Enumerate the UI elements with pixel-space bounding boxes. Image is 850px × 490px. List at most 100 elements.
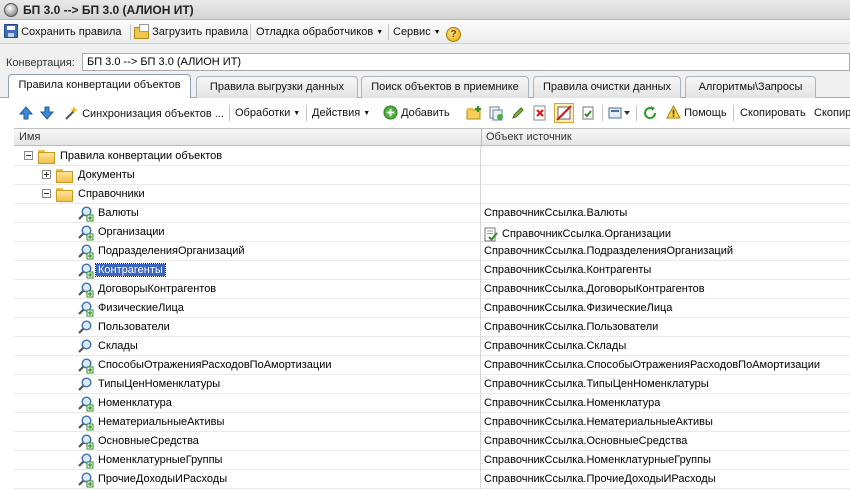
source-cell[interactable]: СправочникСсылка.ПодразделенияОрганизаци… (484, 245, 733, 257)
name-cell[interactable]: ПодразделенияОрганизаций (14, 242, 481, 261)
help-toolbar-button[interactable]: Помощь (666, 104, 727, 121)
source-object: СправочникСсылка.ФизическиеЛица (484, 302, 673, 314)
delete-icon[interactable] (532, 105, 548, 121)
name-cell[interactable]: НоменклатурныеГруппы (14, 451, 481, 470)
load-rules-button[interactable]: Загрузить правила (134, 24, 248, 40)
dropdown-arrow-icon: ▼ (433, 29, 441, 36)
name-cell[interactable]: Валюты (14, 204, 481, 223)
name-cell[interactable]: НематериальныеАктивы (14, 413, 481, 432)
name-cell[interactable]: ФизическиеЛица (14, 299, 481, 318)
name-cell[interactable]: Контрагенты (14, 261, 481, 280)
add-button[interactable]: Добавить (383, 105, 450, 121)
column-header-source[interactable]: Объект источник (486, 131, 572, 143)
name-cell[interactable]: Документы (14, 166, 481, 185)
tab-data-export-rules[interactable]: Правила выгрузки данных (196, 76, 358, 98)
source-cell[interactable]: СправочникСсылка.СпособыОтраженияРасходо… (484, 359, 820, 371)
source-cell[interactable]: СправочникСсылка.ДоговорыКонтрагентов (484, 283, 705, 295)
tab-algorithms-queries[interactable]: Алгоритмы\Запросы (685, 76, 816, 98)
table-row[interactable]: Документы (14, 166, 850, 185)
source-object: СправочникСсылка.Валюты (484, 207, 628, 219)
table-row[interactable]: ДоговорыКонтрагентов СправочникСсылка.Дог… (14, 280, 850, 299)
save-rules-button[interactable]: Сохранить правила (4, 24, 122, 40)
help-button[interactable]: ? (446, 23, 461, 42)
separator (250, 24, 251, 40)
table-row[interactable]: Валюты СправочникСсылка.Валюты (14, 204, 850, 223)
view-options-icon[interactable] (608, 105, 632, 121)
column-header-name[interactable]: Имя (19, 131, 40, 143)
source-cell[interactable]: СправочникСсылка.НематериальныеАктивы (484, 416, 713, 428)
actions-menu[interactable]: Действия ▼ (312, 105, 370, 121)
conversion-field[interactable]: БП 3.0 --> БП 3.0 (АЛИОН ИТ) (82, 53, 850, 71)
debug-handlers-menu[interactable]: Отладка обработчиков ▼ (256, 24, 383, 40)
table-row[interactable]: ПрочиеДоходыИРасходы СправочникСсылка.Про… (14, 470, 850, 489)
table-row[interactable]: Справочники (14, 185, 850, 204)
name-cell[interactable]: ПрочиеДоходыИРасходы (14, 470, 481, 489)
source-object: СправочникСсылка.ПодразделенияОрганизаци… (484, 245, 734, 257)
source-cell[interactable]: СправочникСсылка.Организации (484, 226, 671, 242)
table-row[interactable]: СпособыОтраженияРасходовПоАмортизации Спр… (14, 356, 850, 375)
copy-button[interactable]: Скопировать (740, 105, 806, 121)
source-cell[interactable]: СправочникСсылка.Контрагенты (484, 264, 651, 276)
rule-name: СпособыОтраженияРасходовПоАмортизации (98, 359, 332, 371)
copy-item-icon[interactable] (488, 105, 504, 121)
table-row[interactable]: ФизическиеЛица СправочникСсылка.Физически… (14, 299, 850, 318)
table-row[interactable]: Пользователи СправочникСсылка.Пользовател… (14, 318, 850, 337)
name-cell[interactable]: Склады (14, 337, 481, 356)
source-cell[interactable]: СправочникСсылка.ТипыЦенНоменклатуры (484, 378, 709, 390)
service-menu[interactable]: Сервис ▼ (393, 24, 441, 40)
rules-toolbar: Синхронизация объектов ... Обработки ▼ Де… (0, 98, 850, 128)
name-cell[interactable]: ОсновныеСредства (14, 432, 481, 451)
tab-object-search-in-receiver[interactable]: Поиск объектов в приемнике (361, 76, 529, 98)
move-up-icon[interactable] (18, 105, 34, 121)
tab-object-conversion-rules[interactable]: Правила конвертации объектов (8, 74, 191, 99)
table-row[interactable]: ТипыЦенНоменклатуры СправочникСсылка.Типы… (14, 375, 850, 394)
table-row[interactable]: НоменклатурныеГруппы СправочникСсылка.Ном… (14, 451, 850, 470)
sync-objects-button[interactable]: Синхронизация объектов ... (63, 105, 224, 121)
table-row[interactable]: Склады СправочникСсылка.Склады (14, 337, 850, 356)
title-bar: БП 3.0 --> БП 3.0 (АЛИОН ИТ) (0, 0, 850, 20)
folder-icon (38, 150, 55, 164)
processing-menu[interactable]: Обработки ▼ (235, 105, 300, 121)
name-cell[interactable]: Правила конвертации объектов (14, 147, 481, 166)
expand-plus-icon[interactable] (42, 170, 51, 179)
rule-search-add-icon (76, 357, 94, 374)
name-cell[interactable]: ТипыЦенНоменклатуры (14, 375, 481, 394)
source-cell[interactable]: СправочникСсылка.Валюты (484, 207, 627, 219)
tab-strip: Правила конвертации объектов Правила выг… (0, 72, 850, 99)
source-cell[interactable]: СправочникСсылка.ПрочиеДоходыИРасходы (484, 473, 716, 485)
folder-icon (56, 188, 73, 202)
copy-extra-button[interactable]: Скопир (814, 105, 850, 121)
add-folder-icon[interactable] (466, 105, 482, 121)
column-divider[interactable] (481, 129, 482, 147)
tab-data-cleanup-rules[interactable]: Правила очистки данных (533, 76, 681, 98)
name-cell[interactable]: Пользователи (14, 318, 481, 337)
name-cell[interactable]: ДоговорыКонтрагентов (14, 280, 481, 299)
edit-pencil-icon[interactable] (510, 105, 526, 121)
table-row[interactable]: ПодразделенияОрганизаций СправочникСсылка… (14, 242, 850, 261)
source-cell[interactable]: СправочникСсылка.НоменклатурныеГруппы (484, 454, 711, 466)
refresh-icon[interactable] (642, 105, 658, 121)
dropdown-arrow-icon: ▼ (363, 110, 371, 117)
table-row[interactable]: Контрагенты СправочникСсылка.Контрагенты (14, 261, 850, 280)
collapse-minus-icon[interactable] (24, 151, 33, 160)
collapse-minus-icon[interactable] (42, 189, 51, 198)
table-row[interactable]: Организации СправочникСсылка.Организации (14, 223, 850, 242)
source-cell[interactable]: СправочникСсылка.Номенклатура (484, 397, 660, 409)
source-cell[interactable]: СправочникСсылка.Пользователи (484, 321, 658, 333)
name-cell[interactable]: СпособыОтраженияРасходовПоАмортизации (14, 356, 481, 375)
table-row[interactable]: Номенклатура СправочникСсылка.Номенклатур… (14, 394, 850, 413)
disable-rule-icon[interactable] (554, 103, 574, 123)
table-row[interactable]: НематериальныеАктивы СправочникСсылка.Нем… (14, 413, 850, 432)
source-cell[interactable]: СправочникСсылка.ФизическиеЛица (484, 302, 672, 314)
document-check-icon[interactable] (580, 105, 596, 121)
table-row[interactable]: ОсновныеСредства СправочникСсылка.Основны… (14, 432, 850, 451)
move-down-icon[interactable] (39, 105, 55, 121)
source-object: СправочникСсылка.ДоговорыКонтрагентов (484, 283, 705, 295)
name-cell[interactable]: Справочники (14, 185, 481, 204)
rule-search-add-icon (76, 224, 94, 241)
name-cell[interactable]: Организации (14, 223, 481, 242)
source-cell[interactable]: СправочникСсылка.Склады (484, 340, 626, 352)
name-cell[interactable]: Номенклатура (14, 394, 481, 413)
table-row[interactable]: Правила конвертации объектов (14, 147, 850, 166)
source-cell[interactable]: СправочникСсылка.ОсновныеСредства (484, 435, 687, 447)
